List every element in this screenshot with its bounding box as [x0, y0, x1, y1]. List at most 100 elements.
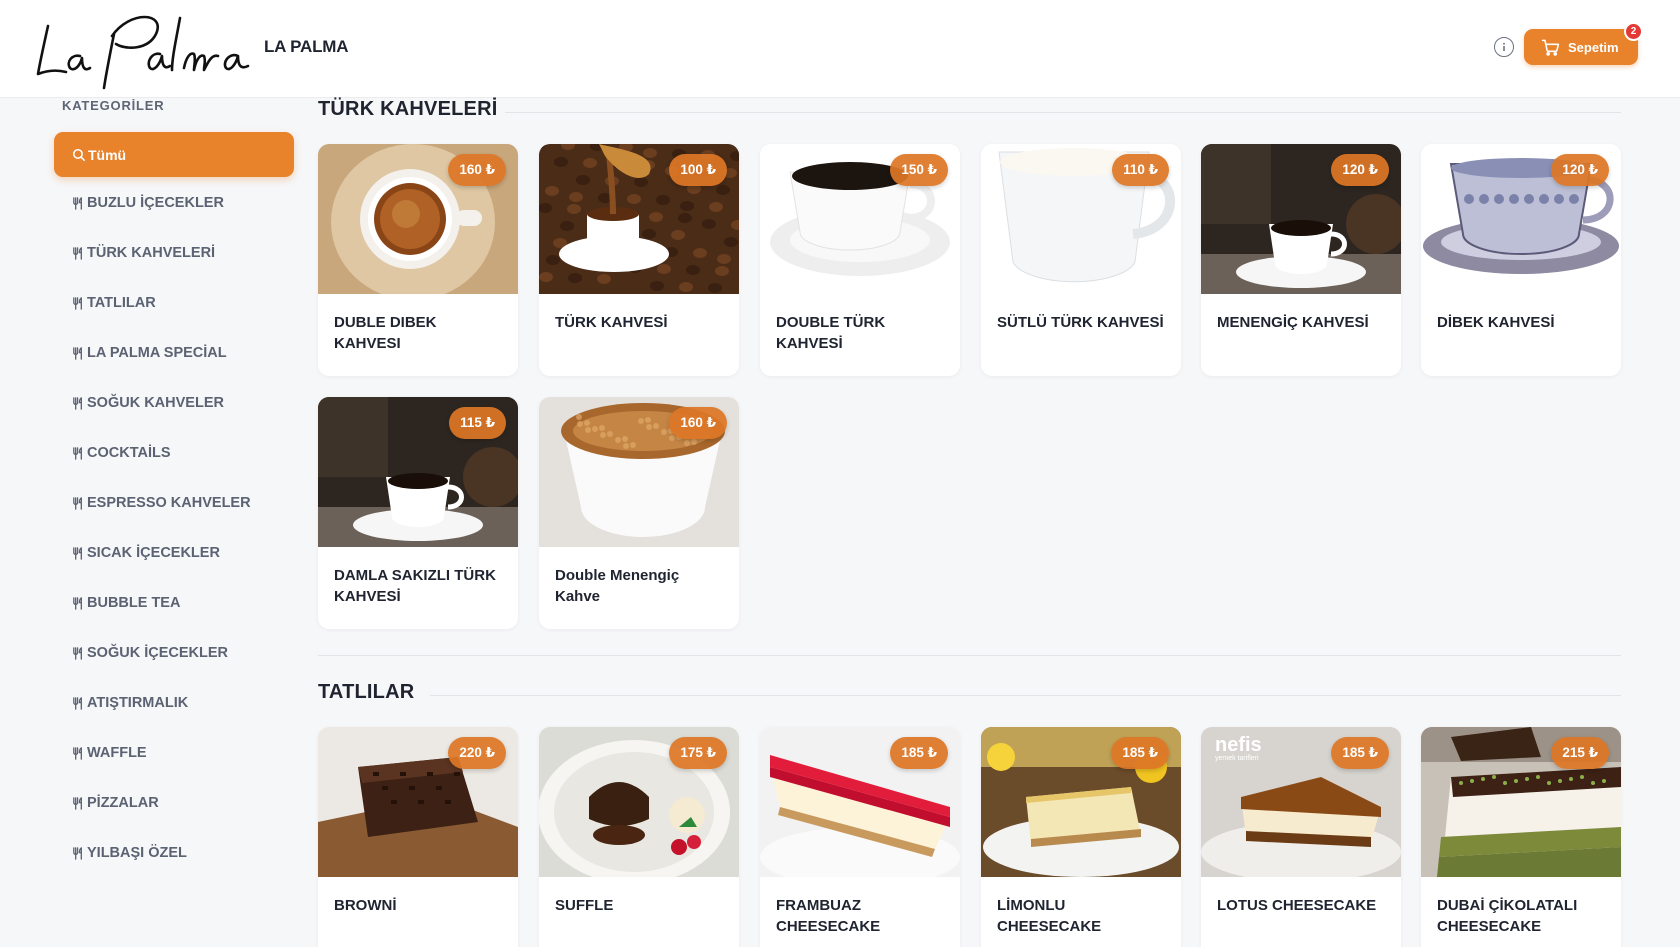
category-item[interactable]: SICAK İÇECEKLER [71, 542, 220, 564]
price-badge: 185 ₺ [890, 737, 948, 769]
product-name: LOTUS CHEESECAKE [1217, 897, 1377, 914]
category-item[interactable]: TATLILAR [71, 292, 156, 314]
category-item-label: TATLILAR [87, 295, 156, 311]
fork-knife-icon [73, 746, 82, 760]
category-all-button[interactable]: Tümü [54, 132, 294, 177]
brand-name: LA PALMA [264, 37, 349, 56]
category-item[interactable]: BUBBLE TEA [71, 592, 180, 614]
product-card[interactable]: 185 ₺ LİMONLU CHEESECAKE [981, 727, 1181, 947]
info-button[interactable] [1494, 37, 1514, 57]
product-name: Double Menengiç Kahve [555, 567, 680, 605]
fork-knife-icon [73, 396, 82, 410]
category-item[interactable]: BUZLU İÇECEKLER [71, 192, 224, 214]
product-card[interactable]: 215 ₺ DUBAİ ÇİKOLATALI CHEESECAKE [1421, 727, 1621, 947]
price-badge: 215 ₺ [1551, 737, 1609, 769]
section-divider [318, 655, 1621, 656]
category-item[interactable]: LA PALMA SPECİAL [71, 342, 227, 364]
fork-knife-icon [73, 246, 82, 260]
fork-knife-icon [73, 646, 82, 660]
category-item-label: SICAK İÇECEKLER [87, 545, 220, 561]
category-item[interactable]: YILBAŞI ÖZEL [71, 842, 187, 864]
svg-text:nefis: nefis [1215, 734, 1262, 756]
category-item-label: ESPRESSO KAHVELER [87, 495, 251, 511]
product-name: BROWNİ [334, 897, 397, 914]
product-name: DUBLE DIBEK KAHVESI [334, 314, 437, 352]
price-badge: 120 ₺ [1331, 154, 1389, 186]
category-item-label: YILBAŞI ÖZEL [87, 845, 187, 861]
price-badge: 220 ₺ [448, 737, 506, 769]
fork-knife-icon [73, 296, 82, 310]
search-icon [72, 148, 86, 161]
fork-knife-icon [73, 446, 82, 460]
product-name: SÜTLÜ TÜRK KAHVESİ [997, 314, 1164, 331]
product-name: DİBEK KAHVESİ [1437, 314, 1555, 331]
category-item[interactable]: COCKTAİLS [71, 442, 171, 464]
price-badge: 160 ₺ [669, 407, 727, 439]
info-icon [1503, 43, 1505, 51]
category-item-label: SOĞUK İÇECEKLER [87, 645, 228, 661]
category-all-label: Tümü [88, 146, 127, 163]
section-title: TATLILAR [318, 681, 415, 703]
category-item[interactable]: SOĞUK KAHVELER [71, 392, 224, 414]
product-name: DUBAİ ÇİKOLATALI CHEESECAKE [1437, 897, 1578, 935]
category-item[interactable]: ESPRESSO KAHVELER [71, 492, 251, 514]
price-badge: 150 ₺ [890, 154, 948, 186]
product-card[interactable]: 185 ₺ FRAMBUAZ CHEESECAKE [760, 727, 960, 947]
cart-count-badge: 2 [1624, 22, 1643, 41]
cart-label: Sepetim [1568, 39, 1619, 55]
product-name: DOUBLE TÜRK KAHVESİ [776, 314, 886, 352]
fork-knife-icon [73, 546, 82, 560]
category-item-label: BUBBLE TEA [87, 595, 181, 611]
product-card[interactable]: 175 ₺ SUFFLE [539, 727, 739, 947]
category-item[interactable]: TÜRK KAHVELERİ [71, 242, 215, 264]
cart-icon [1541, 39, 1560, 56]
product-card[interactable]: 160 ₺ Double Menengiç Kahve [539, 397, 739, 629]
cart-button[interactable]: Sepetim [1524, 29, 1638, 65]
product-card[interactable]: 120 ₺ DİBEK KAHVESİ [1421, 144, 1621, 376]
price-badge: 175 ₺ [669, 737, 727, 769]
price-badge: 160 ₺ [448, 154, 506, 186]
product-card[interactable]: 150 ₺ DOUBLE TÜRK KAHVESİ [760, 144, 960, 376]
category-item-label: TÜRK KAHVELERİ [87, 245, 216, 261]
svg-text:yemek tarifleri: yemek tarifleri [1215, 755, 1259, 762]
price-badge: 110 ₺ [1112, 154, 1169, 186]
price-badge: 100 ₺ [669, 154, 727, 186]
category-item-label: BUZLU İÇECEKLER [87, 195, 224, 211]
section-title: TÜRK KAHVELERİ [318, 98, 498, 120]
category-item[interactable]: PİZZALAR [71, 792, 159, 814]
category-item-label: PİZZALAR [87, 795, 159, 811]
la-palma-logo[interactable] [34, 4, 259, 90]
product-card[interactable]: 220 ₺ BROWNİ [318, 727, 518, 947]
product-name: FRAMBUAZ CHEESECAKE [776, 897, 881, 935]
product-card[interactable]: 120 ₺ MENENGİÇ KAHVESİ [1201, 144, 1401, 376]
fork-knife-icon [73, 196, 82, 210]
price-badge: 120 ₺ [1551, 154, 1609, 186]
product-name: DAMLA SAKIZLI TÜRK KAHVESİ [334, 567, 496, 605]
product-name: SUFFLE [555, 897, 614, 914]
price-badge: 185 ₺ [1331, 737, 1389, 769]
category-item[interactable]: SOĞUK İÇECEKLER [71, 642, 228, 664]
top-header: LA PALMA Sepetim 2 [0, 0, 1680, 98]
category-item[interactable]: WAFFLE [71, 742, 147, 764]
fork-knife-icon [73, 346, 82, 360]
category-item-label: ATIŞTIRMALIK [87, 695, 189, 711]
product-name: MENENGİÇ KAHVESİ [1217, 314, 1369, 331]
fork-knife-icon [73, 796, 82, 810]
categories-heading: KATEGORİLER [62, 98, 165, 113]
category-item-label: SOĞUK KAHVELER [87, 395, 224, 411]
product-card[interactable]: nefis yemek tarifleri 185 ₺ LOTUS CHEESECA… [1201, 727, 1401, 947]
fork-knife-icon [73, 696, 82, 710]
category-item-label: COCKTAİLS [87, 445, 171, 461]
fork-knife-icon [73, 596, 82, 610]
product-card[interactable]: 160 ₺ DUBLE DIBEK KAHVESI [318, 144, 518, 376]
category-item[interactable]: ATIŞTIRMALIK [71, 692, 188, 714]
fork-knife-icon [73, 496, 82, 510]
product-card[interactable]: 100 ₺ TÜRK KAHVESİ [539, 144, 739, 376]
product-card[interactable]: 110 ₺ SÜTLÜ TÜRK KAHVESİ [981, 144, 1181, 376]
fork-knife-icon [73, 846, 82, 860]
price-badge: 115 ₺ [449, 407, 506, 439]
product-card[interactable]: 115 ₺ DAMLA SAKIZLI TÜRK KAHVESİ [318, 397, 518, 629]
price-badge: 185 ₺ [1111, 737, 1169, 769]
product-name: LİMONLU CHEESECAKE [997, 897, 1102, 935]
category-item-label: LA PALMA SPECİAL [87, 345, 227, 361]
